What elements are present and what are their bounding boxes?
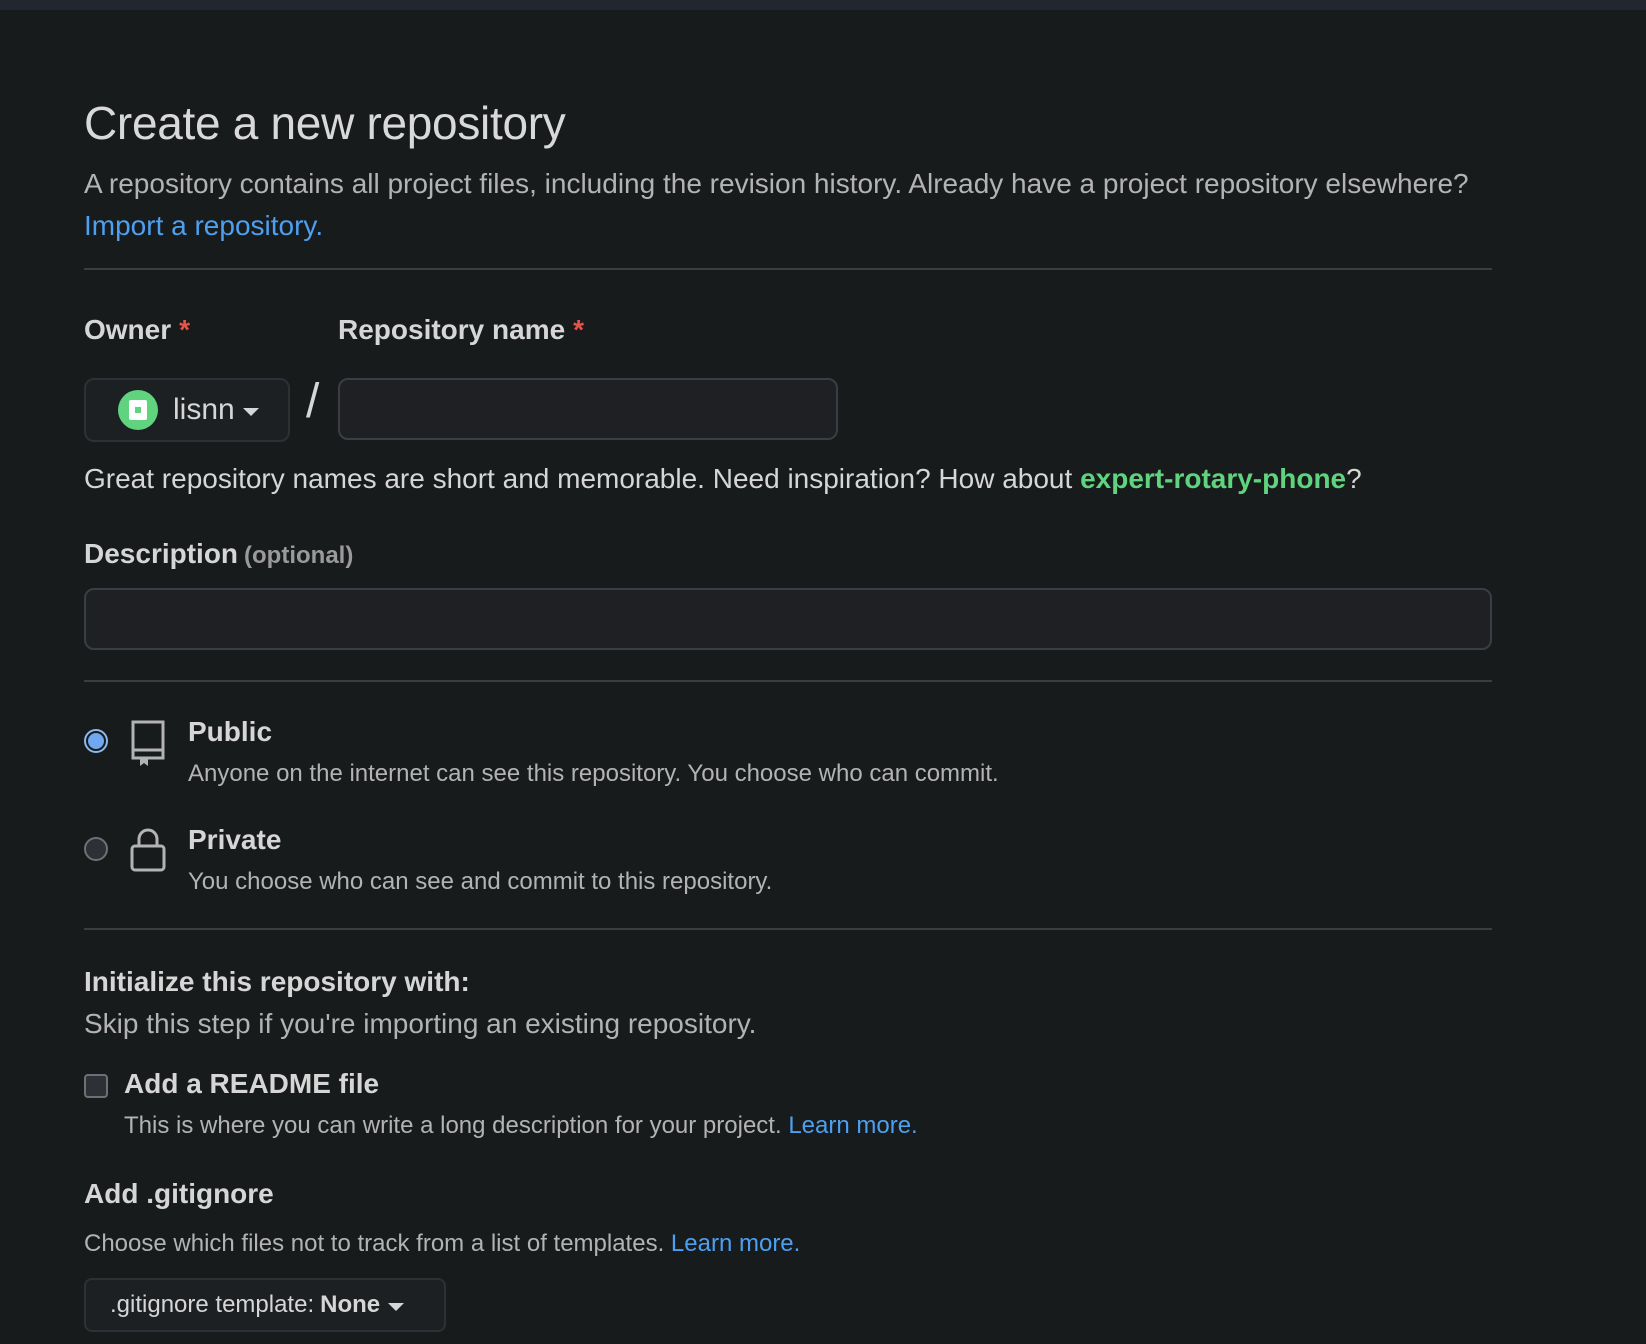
radio-dot — [88, 733, 104, 749]
initialize-title: Initialize this repository with: — [84, 966, 470, 997]
caret-down-icon — [388, 1303, 405, 1311]
readme-label[interactable]: Add a README file — [124, 1068, 379, 1100]
gitignore-template-select[interactable]: .gitignore template: None — [84, 1278, 446, 1332]
public-option-desc: Anyone on the internet can see this repo… — [188, 760, 999, 787]
top-bar — [0, 0, 1646, 10]
description-input[interactable] — [84, 588, 1492, 650]
description-label-text: Description — [84, 538, 239, 569]
initialize-subtitle: Skip this step if you're importing an ex… — [84, 1008, 757, 1039]
import-repository-link[interactable]: Import a repository. — [84, 210, 323, 241]
avatar-glyph — [129, 400, 147, 420]
gitignore-select-value: None — [320, 1291, 381, 1318]
readme-checkbox[interactable] — [84, 1074, 108, 1098]
gitignore-desc-text: Choose which files not to track from a l… — [84, 1230, 665, 1257]
caret-down-icon — [242, 408, 259, 416]
public-radio[interactable] — [84, 729, 108, 753]
owner-label: Owner * — [84, 314, 190, 346]
divider — [84, 928, 1492, 930]
page-lead: A repository contains all project files,… — [84, 163, 1484, 247]
description-label: Description (optional) — [84, 538, 353, 570]
gitignore-select-label: .gitignore template: — [110, 1291, 315, 1318]
page-title: Create a new repository — [84, 97, 566, 149]
avatar-dot — [135, 407, 141, 413]
readme-learn-more-link[interactable]: Learn more. — [788, 1112, 917, 1139]
repo-name-label-text: Repository name — [338, 314, 566, 345]
suggested-name-link[interactable]: expert-rotary-phone — [1080, 463, 1346, 494]
hint-prefix: Great repository names are short and mem… — [84, 463, 1081, 494]
gitignore-desc: Choose which files not to track from a l… — [84, 1230, 800, 1258]
repo-icon — [131, 720, 165, 766]
owner-repo-separator: / — [306, 375, 320, 428]
repo-name-label: Repository name * — [338, 314, 584, 346]
private-option-desc: You choose who can see and commit to thi… — [188, 868, 773, 895]
hint-suffix: ? — [1346, 463, 1362, 494]
readme-desc: This is where you can write a long descr… — [124, 1112, 918, 1140]
owner-label-text: Owner — [84, 314, 172, 345]
lead-text: A repository contains all project files,… — [84, 168, 1469, 199]
private-option-title[interactable]: Private — [188, 824, 281, 856]
avatar — [118, 390, 158, 430]
owner-name: lisnn — [173, 393, 235, 426]
owner-select-button[interactable]: lisnn — [84, 378, 290, 442]
repository-name-input[interactable] — [338, 378, 838, 440]
repo-name-hint: Great repository names are short and mem… — [84, 463, 1362, 495]
required-mark: * — [179, 314, 191, 345]
required-mark: * — [573, 314, 585, 345]
private-radio[interactable] — [84, 837, 108, 861]
optional-tag: (optional) — [244, 542, 354, 569]
divider — [84, 680, 1492, 682]
gitignore-title: Add .gitignore — [84, 1178, 274, 1209]
divider — [84, 268, 1492, 270]
public-option-title[interactable]: Public — [188, 716, 272, 748]
gitignore-learn-more-link[interactable]: Learn more. — [671, 1230, 800, 1257]
lock-icon — [130, 828, 166, 872]
readme-desc-text: This is where you can write a long descr… — [124, 1112, 782, 1139]
